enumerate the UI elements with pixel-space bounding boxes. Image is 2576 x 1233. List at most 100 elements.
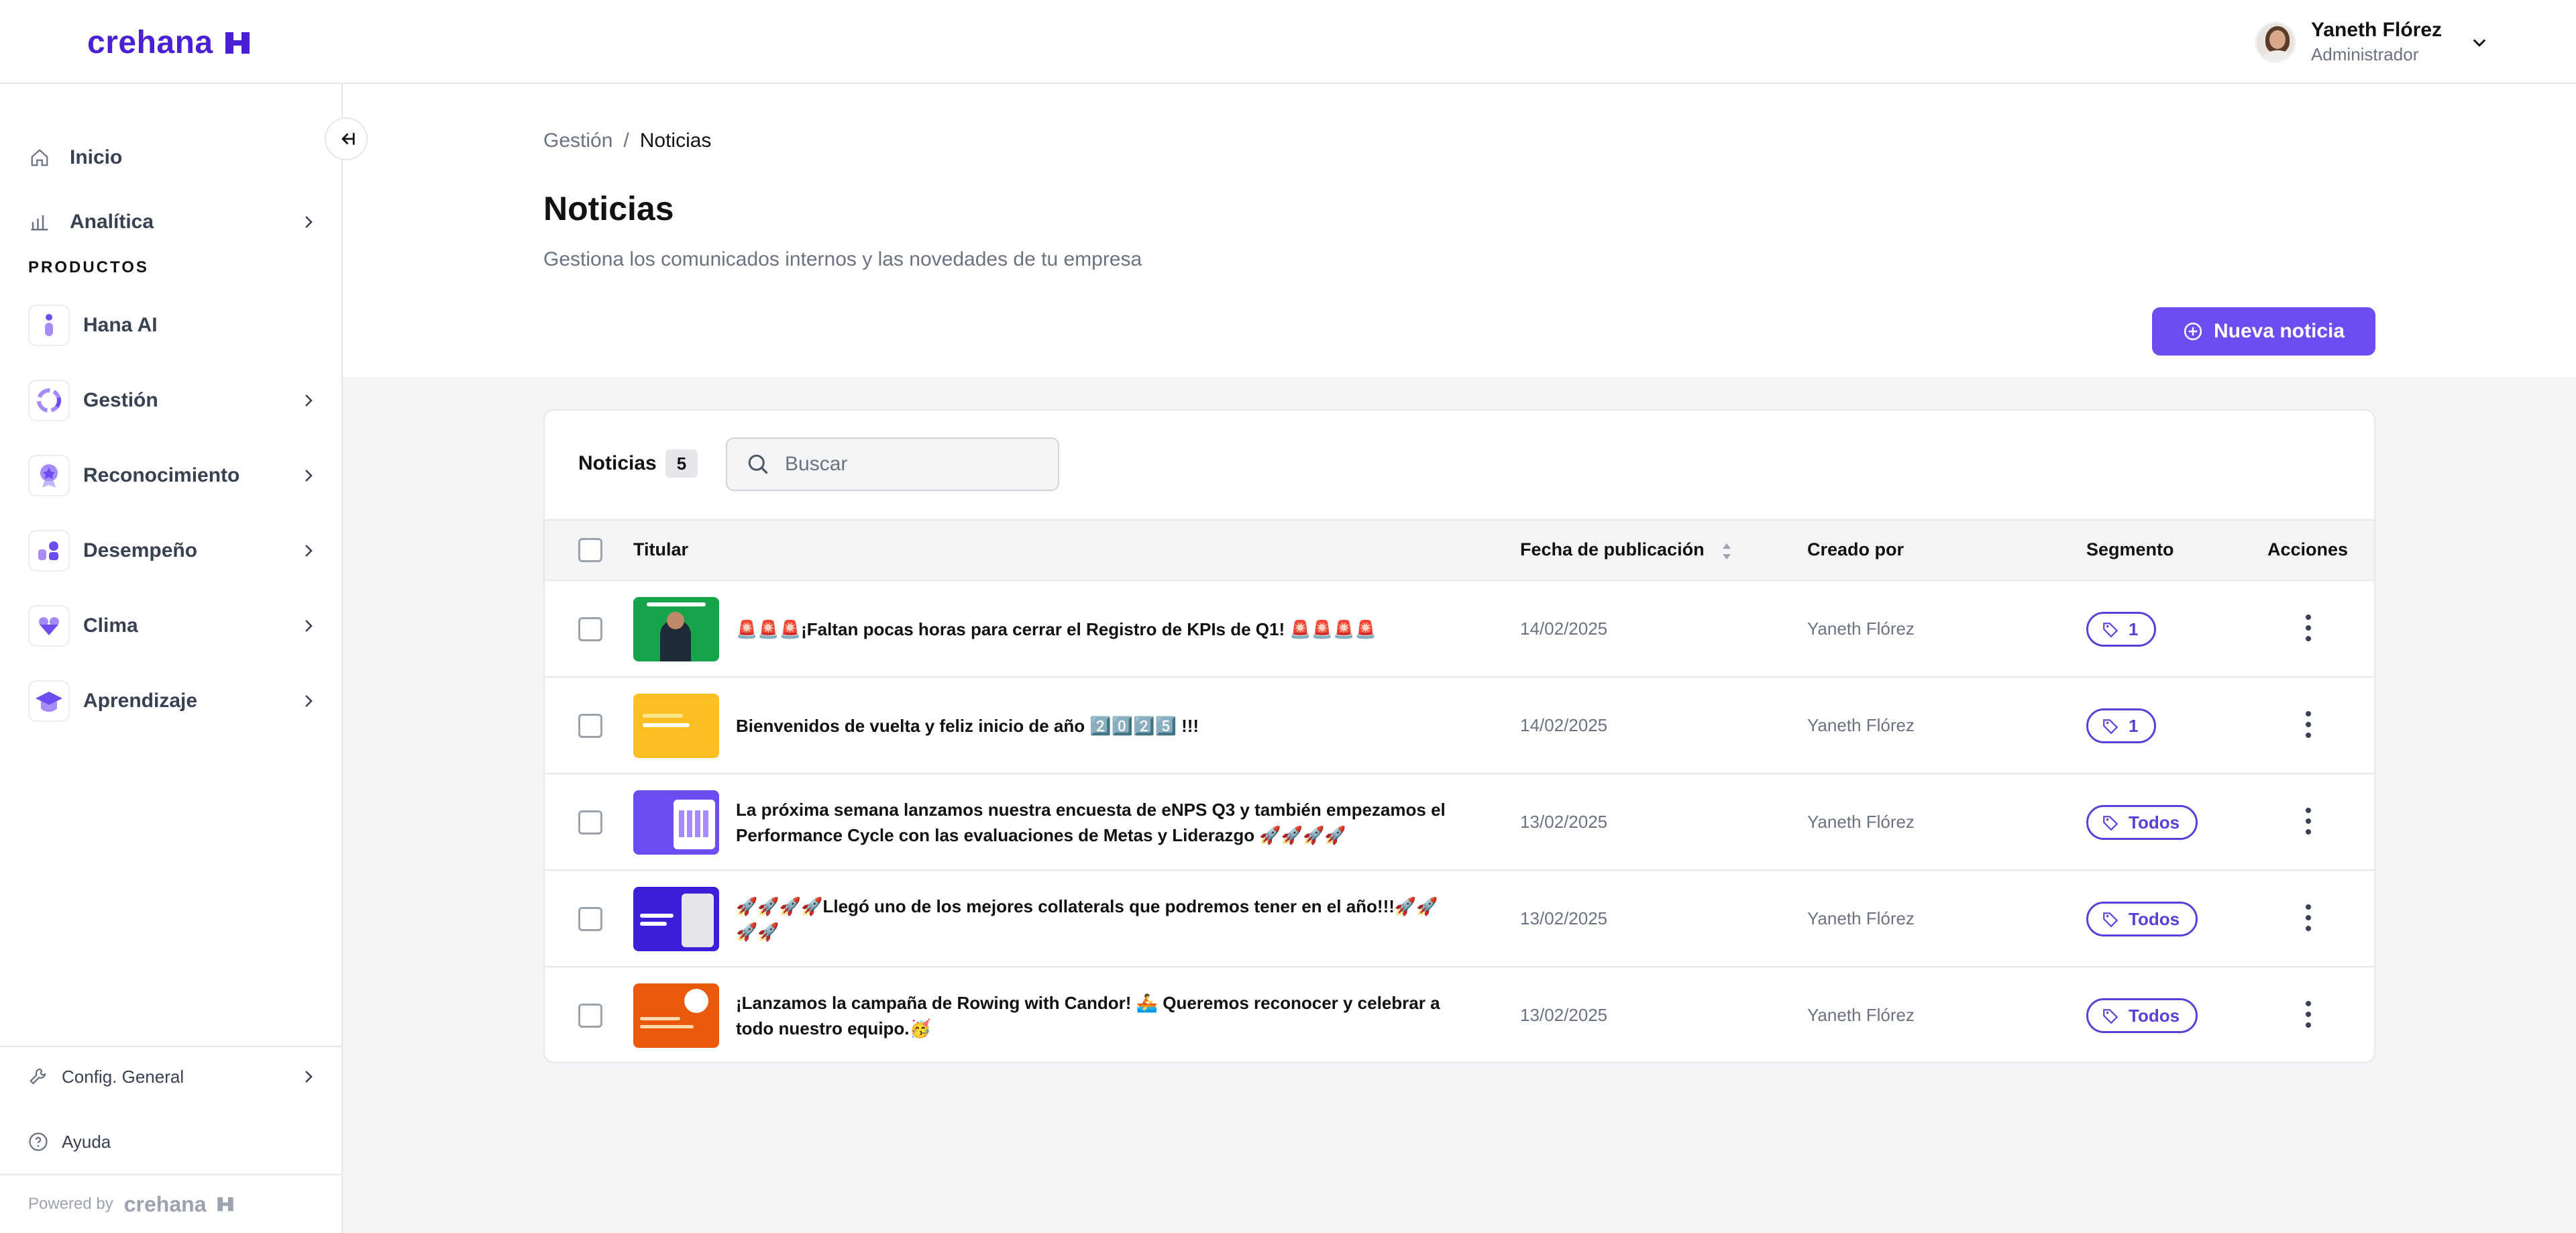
news-title[interactable]: 🚀🚀🚀🚀Llegó uno de los mejores collaterals… — [736, 894, 1454, 945]
page-title: Noticias — [543, 190, 674, 227]
home-icon — [28, 146, 51, 169]
sidebar-item-aprendizaje[interactable]: Aprendizaje — [28, 680, 317, 722]
table-row[interactable]: ¡Lanzamos la campaña de Rowing with Cand… — [545, 967, 2374, 1062]
segment-badge-label: 1 — [2129, 715, 2139, 736]
avatar — [2254, 21, 2296, 63]
sidebar-item-label: Config. General — [62, 1066, 184, 1087]
segment-badge[interactable]: Todos — [2086, 998, 2198, 1033]
sidebar-item-clima[interactable]: Clima — [28, 605, 317, 647]
sidebar-item-config-general[interactable]: Config. General — [28, 1060, 317, 1093]
table-title: Noticias — [578, 452, 657, 474]
clima-icon — [28, 605, 70, 647]
user-menu[interactable]: Yaneth Flórez Administrador — [2254, 19, 2489, 65]
row-checkbox[interactable] — [578, 617, 602, 641]
breadcrumb-separator: / — [623, 129, 629, 152]
sidebar-item-label: Ayuda — [62, 1131, 111, 1152]
chevron-right-icon — [305, 1071, 313, 1083]
sidebar-item-hana-ai[interactable]: Hana AI — [28, 305, 317, 346]
sidebar-item-ayuda[interactable]: Ayuda — [28, 1125, 317, 1159]
user-name: Yaneth Flórez — [2310, 19, 2442, 41]
table-row[interactable]: 🚀🚀🚀🚀Llegó uno de los mejores collaterals… — [545, 871, 2374, 967]
sidebar-item-label: Aprendizaje — [83, 690, 198, 712]
sidebar-bottom-divider — [0, 1046, 343, 1047]
segment-badge[interactable]: 1 — [2086, 708, 2157, 743]
user-role: Administrador — [2310, 44, 2419, 64]
row-checkbox[interactable] — [578, 810, 602, 835]
plus-circle-icon — [2184, 322, 2202, 341]
tag-icon — [2103, 623, 2118, 638]
segment-badge[interactable]: Todos — [2086, 805, 2198, 840]
news-author: Yaneth Flórez — [1807, 812, 1915, 832]
bar-chart-icon — [28, 211, 51, 233]
table-row[interactable]: 🚨🚨🚨¡Faltan pocas horas para cerrar el Re… — [545, 581, 2374, 678]
segment-badge[interactable]: 1 — [2086, 612, 2157, 647]
collapse-sidebar-button[interactable] — [325, 117, 368, 160]
table-row[interactable]: La próxima semana lanzamos nuestra encue… — [545, 774, 2374, 871]
row-actions-menu-icon[interactable] — [2295, 898, 2322, 938]
news-author: Yaneth Flórez — [1807, 908, 1915, 928]
sidebar-item-label: Gestión — [83, 389, 158, 411]
sidebar-item-desempeno[interactable]: Desempeño — [28, 530, 317, 572]
breadcrumb-parent[interactable]: Gestión — [543, 129, 612, 152]
powered-by-label: Powered by — [28, 1195, 113, 1213]
news-thumbnail — [633, 597, 719, 661]
table-row[interactable]: Bienvenidos de vuelta y feliz inicio de … — [545, 678, 2374, 774]
sidebar-item-label: Clima — [83, 614, 138, 637]
chevron-right-icon — [305, 695, 313, 707]
news-author: Yaneth Flórez — [1807, 619, 1915, 639]
row-checkbox[interactable] — [578, 714, 602, 738]
aprendizaje-icon — [28, 680, 70, 722]
news-thumbnail — [633, 887, 719, 951]
news-title[interactable]: 🚨🚨🚨¡Faltan pocas horas para cerrar el Re… — [736, 616, 1454, 642]
column-header-title: Titular — [633, 539, 689, 559]
sidebar: Inicio Analítica PRODUCTOS Hana AI Gesti… — [0, 84, 343, 1233]
sidebar-item-gestion[interactable]: Gestión — [28, 380, 317, 421]
sidebar-item-label: Desempeño — [83, 539, 198, 561]
segment-badge-label: Todos — [2129, 908, 2180, 929]
sidebar-item-analitica[interactable]: Analítica — [28, 203, 317, 241]
segment-badge-label: 1 — [2129, 619, 2139, 639]
chevron-right-icon — [305, 394, 313, 407]
row-actions-menu-icon[interactable] — [2295, 801, 2322, 841]
sidebar-item-reconocimiento[interactable]: Reconocimiento — [28, 455, 317, 496]
news-title[interactable]: Bienvenidos de vuelta y feliz inicio de … — [736, 713, 1454, 739]
new-news-button[interactable]: Nueva noticia — [2152, 307, 2375, 356]
powered-by-logo: crehana — [123, 1191, 207, 1216]
chevron-down-icon[interactable] — [2470, 33, 2489, 52]
news-author: Yaneth Flórez — [1807, 715, 1915, 735]
chevron-right-icon — [305, 545, 313, 557]
new-news-button-label: Nueva noticia — [2213, 320, 2345, 342]
news-date: 14/02/2025 — [1520, 715, 1608, 735]
news-title[interactable]: ¡Lanzamos la campaña de Rowing with Cand… — [736, 990, 1454, 1041]
column-header-author: Creado por — [1807, 539, 1904, 559]
search-box[interactable] — [726, 437, 1059, 491]
logo-mark-icon — [225, 32, 250, 54]
sidebar-item-label: Analítica — [70, 211, 154, 233]
desempeno-icon — [28, 530, 70, 572]
column-header-segment: Segmento — [2086, 539, 2174, 559]
news-date: 13/02/2025 — [1520, 1005, 1608, 1025]
row-actions-menu-icon[interactable] — [2295, 704, 2322, 745]
segment-badge-label: Todos — [2129, 1005, 2180, 1026]
row-checkbox[interactable] — [578, 907, 602, 931]
crehana-logo[interactable]: crehana — [87, 24, 251, 61]
reconocimiento-icon — [28, 455, 70, 496]
hana-ai-icon — [28, 305, 70, 346]
tag-icon — [2103, 912, 2118, 928]
row-actions-menu-icon[interactable] — [2295, 994, 2322, 1034]
segment-badge[interactable]: Todos — [2086, 902, 2198, 936]
top-bar: crehana Yaneth Flórez Administrador — [0, 0, 2576, 84]
news-title[interactable]: La próxima semana lanzamos nuestra encue… — [736, 797, 1454, 848]
sidebar-item-label: Hana AI — [83, 314, 158, 336]
row-actions-menu-icon[interactable] — [2295, 608, 2322, 648]
column-header-date[interactable]: Fecha de publicación — [1520, 539, 1705, 560]
row-checkbox[interactable] — [578, 1004, 602, 1028]
select-all-checkbox[interactable] — [578, 538, 602, 562]
search-input[interactable] — [785, 453, 1040, 476]
sidebar-item-inicio[interactable]: Inicio — [28, 139, 317, 176]
powered-by: Powered by crehana — [0, 1174, 343, 1233]
help-icon — [29, 1132, 48, 1151]
sidebar-item-label: Inicio — [70, 146, 123, 168]
sort-icon[interactable] — [1719, 538, 1735, 565]
news-date: 13/02/2025 — [1520, 812, 1608, 832]
